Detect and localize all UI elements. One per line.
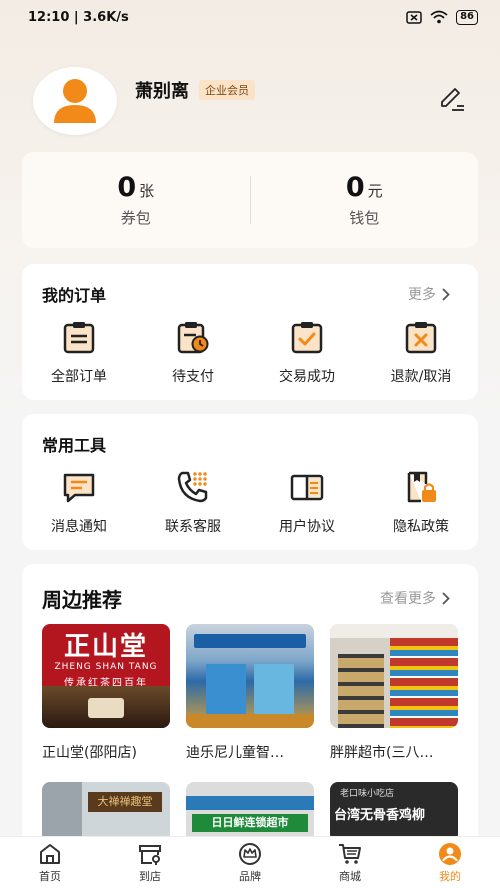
shop-sign-title: 大禅禅趣堂: [88, 792, 162, 812]
home-icon: [40, 843, 60, 864]
tool-agreement-label: 用户协议: [279, 519, 335, 535]
balance-amount: 0: [345, 172, 365, 203]
chevron-right-icon: [442, 591, 450, 605]
nearby-more-label: 查看更多: [380, 591, 436, 607]
shop-photo: 正山堂 ZHENG SHAN TANG 传承红茶四百年: [42, 624, 170, 728]
shop-card[interactable]: 正山堂 ZHENG SHAN TANG 传承红茶四百年 正山堂(邵阳店): [42, 624, 170, 762]
shop-card[interactable]: 老口味小吃店 台湾无骨香鸡柳: [330, 782, 458, 842]
pending-payment-icon: [177, 322, 209, 354]
order-all-label: 全部订单: [51, 369, 107, 385]
status-bar: 12:10 | 3.6K/s 86: [0, 0, 500, 34]
money-wallet[interactable]: 0 元 钱包: [251, 152, 479, 248]
order-success-label: 交易成功: [279, 369, 335, 385]
shop-sign-title: 日日鲜连锁超市: [192, 814, 308, 832]
orders-more-link[interactable]: 更多: [408, 284, 450, 304]
order-all[interactable]: 全部订单: [22, 320, 136, 386]
status-icons: 86: [406, 9, 478, 25]
chevron-right-icon: [442, 287, 450, 301]
tool-messages[interactable]: 消息通知: [22, 470, 136, 536]
book-icon: [290, 474, 324, 501]
status-time: 12:10 | 3.6K/s: [28, 9, 129, 25]
user-icon: [439, 842, 461, 865]
profile-header: 萧别离 企业会员: [33, 66, 476, 136]
tab-mall-label: 商城: [339, 869, 361, 883]
member-badge: 企业会员: [199, 80, 255, 100]
shop-sign-title: 台湾无骨香鸡柳: [334, 808, 426, 823]
shop-photo: 日日鲜连锁超市: [186, 782, 314, 842]
bottom-tab-bar: 首页 到店 品牌 商城 我的: [0, 836, 500, 888]
clipboard-list-icon: [63, 322, 95, 354]
edit-icon[interactable]: [438, 86, 466, 112]
shop-sign-title: 正山堂: [63, 632, 148, 662]
shop-sign-sub: 老口味小吃店: [340, 789, 395, 799]
balance-unit: 元: [367, 182, 383, 200]
clipboard-check-icon: [291, 322, 323, 354]
nearby-card: 周边推荐 查看更多 正山堂 ZHENG SHAN TANG 传承红茶四百年 正山…: [22, 564, 478, 854]
orders-card: 我的订单 更多 全部订单 待支付 交易成功 退款/取消: [22, 264, 478, 400]
shop-name: 正山堂(邵阳店): [42, 745, 137, 761]
order-refund[interactable]: 退款/取消: [364, 320, 478, 386]
tool-privacy-label: 隐私政策: [393, 519, 449, 535]
cart-icon: [339, 843, 361, 864]
shop-card[interactable]: 日日鲜连锁超市: [186, 782, 314, 842]
orders-title: 我的订单: [42, 286, 107, 305]
shop-photo: [186, 624, 314, 728]
message-icon: [63, 473, 95, 503]
clipboard-x-icon: [405, 322, 437, 354]
shop-sign-sub: ZHENG SHAN TANG: [54, 662, 158, 672]
shop-name: 胖胖超市(三八…: [330, 745, 434, 761]
tab-mall[interactable]: 商城: [300, 837, 400, 888]
coupon-label: 券包: [120, 209, 151, 227]
tool-agreement[interactable]: 用户协议: [250, 470, 364, 536]
tools-card: 常用工具 消息通知 联系客服 用户协议 隐私政策: [22, 414, 478, 550]
order-pending[interactable]: 待支付: [136, 320, 250, 386]
wallet-label: 钱包: [349, 209, 380, 227]
order-success[interactable]: 交易成功: [250, 320, 364, 386]
wallet-card: 0 张 券包 0 元 钱包: [22, 152, 478, 248]
tools-title: 常用工具: [42, 436, 107, 455]
shop-photo: 老口味小吃店 台湾无骨香鸡柳: [330, 782, 458, 842]
tool-privacy[interactable]: 隐私政策: [364, 470, 478, 536]
no-sim-icon: [406, 10, 422, 24]
nearby-title: 周边推荐: [42, 588, 122, 612]
coupon-unit: 张: [139, 182, 155, 200]
tool-messages-label: 消息通知: [51, 519, 107, 535]
tab-store-label: 到店: [139, 869, 161, 883]
lock-doc-icon: [407, 471, 436, 503]
tool-support[interactable]: 联系客服: [136, 470, 250, 536]
order-pending-label: 待支付: [172, 369, 214, 385]
shop-photo: [330, 624, 458, 728]
coupon-count: 0: [117, 172, 137, 203]
orders-more-label: 更多: [408, 287, 436, 303]
user-avatar-icon: [54, 79, 96, 123]
tab-home[interactable]: 首页: [0, 837, 100, 888]
phone-icon: [177, 471, 208, 503]
tab-mine-label: 我的: [439, 869, 461, 883]
shop-card[interactable]: 胖胖超市(三八…: [330, 624, 458, 762]
wifi-icon: [430, 10, 448, 24]
battery-icon: 86: [456, 9, 478, 25]
nearby-more-link[interactable]: 查看更多: [380, 588, 450, 608]
shop-name: 迪乐尼儿童智…: [186, 745, 284, 761]
shop-card[interactable]: 迪乐尼儿童智…: [186, 624, 314, 762]
crown-icon: [239, 842, 261, 865]
tab-brand[interactable]: 品牌: [200, 837, 300, 888]
order-refund-label: 退款/取消: [390, 369, 452, 385]
tab-store[interactable]: 到店: [100, 837, 200, 888]
tool-support-label: 联系客服: [165, 519, 221, 535]
tab-home-label: 首页: [39, 869, 61, 883]
tab-brand-label: 品牌: [239, 869, 261, 883]
avatar[interactable]: [33, 67, 117, 135]
tab-mine[interactable]: 我的: [400, 837, 500, 888]
store-icon: [139, 844, 161, 865]
shop-photo: 大禅禅趣堂: [42, 782, 170, 842]
shop-card[interactable]: 大禅禅趣堂: [42, 782, 170, 842]
coupon-wallet[interactable]: 0 张 券包: [22, 152, 250, 248]
username: 萧别离: [135, 81, 189, 102]
